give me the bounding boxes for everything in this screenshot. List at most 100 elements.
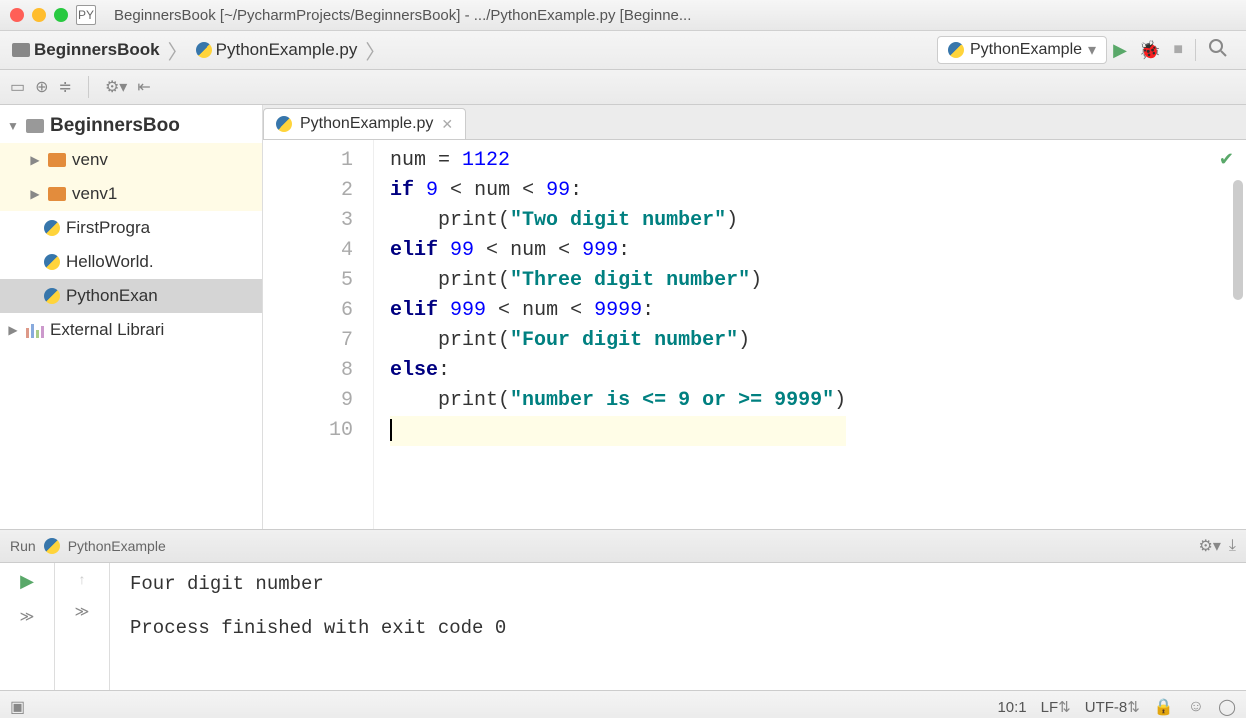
code-token: < (558, 299, 594, 322)
hide-icon[interactable]: ⇤ (137, 77, 150, 97)
breadcrumb-file[interactable]: PythonExample.py (216, 40, 358, 60)
run-panel: Run PythonExample ⚙▾ ⤓ ▶ ≫ ↑ ≫ Four digi… (0, 529, 1246, 690)
code-token: print (438, 389, 498, 412)
run-button[interactable]: ▶ (1113, 40, 1127, 61)
code-token: ( (498, 389, 510, 412)
code-token: num (474, 179, 510, 202)
tree-item-helloworld[interactable]: HelloWorld. (0, 245, 262, 279)
more-icon[interactable]: ≫ (75, 603, 90, 620)
chevron-down-icon[interactable]: ▼ (6, 119, 20, 133)
project-sidebar[interactable]: ▼ BeginnersBoo ▶ venv ▶ venv1 FirstProgr… (0, 105, 263, 529)
gutter[interactable]: 1 2 3 4 5 6 7 8 9 10 (263, 140, 374, 529)
tree-item-label: HelloWorld. (66, 252, 154, 272)
toolbar: BeginnersBook 〉 PythonExample.py 〉 Pytho… (0, 31, 1246, 70)
lock-icon[interactable]: 🔒 (1154, 697, 1174, 717)
caret (390, 419, 392, 441)
up-arrow-icon[interactable]: ↑ (79, 571, 86, 587)
inspection-ok-icon[interactable]: ✔ (1219, 146, 1234, 176)
tree-item-firstprogram[interactable]: FirstProgra (0, 211, 262, 245)
line-number: 9 (263, 386, 353, 416)
python-icon (44, 288, 60, 304)
scrollbar[interactable] (1233, 180, 1243, 300)
window-close-button[interactable] (10, 8, 24, 22)
tree-external-libraries[interactable]: ▶ External Librari (0, 313, 262, 347)
python-icon (196, 42, 212, 58)
window-minimize-button[interactable] (32, 8, 46, 22)
chevron-right-icon[interactable]: ▶ (28, 153, 42, 167)
line-separator[interactable]: LF⇅ (1041, 698, 1071, 716)
tab-pythonexample[interactable]: PythonExample.py ✕ (263, 108, 466, 139)
target-icon[interactable]: ⊕ (35, 77, 48, 97)
code-token: 99 (450, 239, 474, 262)
folder-icon (48, 187, 66, 201)
more-icon[interactable]: ≫ (20, 608, 35, 625)
code-token: ( (498, 329, 510, 352)
run-configuration-select[interactable]: PythonExample ▾ (937, 36, 1107, 64)
chevron-down-icon: ▾ (1088, 40, 1096, 60)
inspector-icon[interactable]: ☺ (1188, 698, 1204, 716)
code-token: < (474, 239, 510, 262)
code-token: else (390, 359, 438, 382)
download-icon[interactable]: ⤓ (1229, 537, 1236, 555)
search-icon[interactable] (1208, 38, 1228, 63)
code-token: "Four digit number" (510, 329, 738, 352)
debug-button[interactable]: 🐞 (1139, 40, 1161, 61)
project-view-icon[interactable]: ▭ (10, 77, 25, 97)
window-zoom-button[interactable] (54, 8, 68, 22)
file-encoding[interactable]: UTF-8⇅ (1085, 698, 1140, 716)
code-token: print (438, 209, 498, 232)
run-output[interactable]: Four digit number Process finished with … (110, 563, 1246, 690)
breadcrumb[interactable]: BeginnersBook 〉 PythonExample.py 〉 (12, 36, 389, 65)
tree-item-label: FirstProgra (66, 218, 150, 238)
code-token: 999 (582, 239, 618, 262)
chevron-right-icon: 〉 (365, 36, 385, 65)
window-title: BeginnersBook [~/PycharmProjects/Beginne… (114, 7, 691, 24)
breadcrumb-root[interactable]: BeginnersBook (34, 40, 160, 60)
code-token: : (618, 239, 630, 262)
tool-window-icon[interactable]: ▣ (10, 697, 25, 717)
feedback-icon[interactable]: ◯ (1218, 697, 1236, 717)
cursor-position[interactable]: 10:1 (997, 699, 1026, 716)
chevron-right-icon: 〉 (168, 36, 188, 65)
tree-root[interactable]: ▼ BeginnersBoo (0, 109, 262, 143)
line-number: 10 (263, 416, 353, 446)
code-token (390, 389, 438, 412)
code-token: "Three digit number" (510, 269, 750, 292)
code-token: print (438, 329, 498, 352)
settings-gear-icon[interactable]: ⚙▾ (1199, 536, 1221, 556)
code-token: < (546, 239, 582, 262)
chevron-right-icon[interactable]: ▶ (28, 187, 42, 201)
tree-item-venv[interactable]: ▶ venv (0, 143, 262, 177)
code-content[interactable]: num = 1122 if 9 < num < 99: print("Two d… (374, 140, 862, 529)
folder-icon (12, 43, 30, 57)
python-icon (276, 116, 292, 132)
rerun-button[interactable]: ▶ (20, 571, 34, 592)
close-icon[interactable]: ✕ (441, 116, 453, 133)
titlebar: PY BeginnersBook [~/PycharmProjects/Begi… (0, 0, 1246, 31)
code-editor[interactable]: ✔ 1 2 3 4 5 6 7 8 9 10 num = 1122 if 9 <… (263, 140, 1246, 529)
code-token (390, 329, 438, 352)
project-tree[interactable]: ▼ BeginnersBoo ▶ venv ▶ venv1 FirstProgr… (0, 105, 262, 351)
code-token: num (390, 149, 426, 172)
code-token: ( (498, 269, 510, 292)
tree-item-pythonexample[interactable]: PythonExan (0, 279, 262, 313)
code-token (390, 209, 438, 232)
tree-root-label: BeginnersBoo (50, 115, 180, 137)
tree-item-venv1[interactable]: ▶ venv1 (0, 177, 262, 211)
project-toolbar: ▭ ⊕ ≑ ⚙▾ ⇤ (0, 70, 1246, 105)
divider (1195, 39, 1196, 61)
line-number: 4 (263, 236, 353, 266)
tree-item-label: External Librari (50, 320, 164, 340)
run-config-name: PythonExample (68, 538, 166, 554)
stop-button[interactable]: ■ (1173, 41, 1183, 59)
pycharm-file-icon: PY (76, 5, 96, 25)
run-body: ▶ ≫ ↑ ≫ Four digit number Process finish… (0, 563, 1246, 690)
chevron-right-icon[interactable]: ▶ (6, 323, 20, 337)
code-token: ( (498, 209, 510, 232)
code-token: elif (390, 239, 438, 262)
run-panel-header[interactable]: Run PythonExample ⚙▾ ⤓ (0, 530, 1246, 563)
collapse-icon[interactable]: ≑ (59, 77, 72, 97)
folder-icon (48, 153, 66, 167)
settings-gear-icon[interactable]: ⚙▾ (105, 77, 127, 97)
line-number: 5 (263, 266, 353, 296)
